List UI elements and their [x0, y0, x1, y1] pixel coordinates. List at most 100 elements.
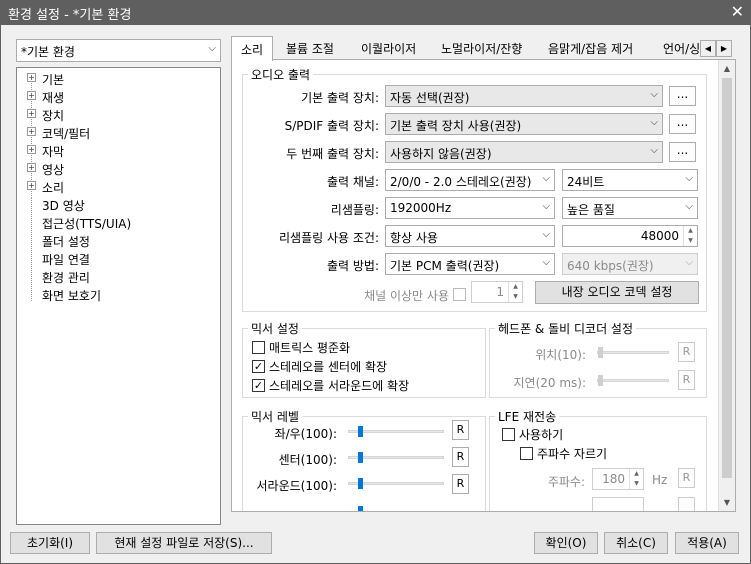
- tree-item-label: 기본: [42, 73, 65, 87]
- stepper-arrows-icon[interactable]: ▲ ▼: [683, 226, 697, 246]
- mixer-center-reset-button[interactable]: R: [452, 447, 469, 467]
- bitrate-select: 640 kbps(권장) ⌵: [562, 253, 698, 275]
- second-device-more-button[interactable]: ...: [669, 142, 696, 162]
- default-device-more-button[interactable]: ...: [669, 86, 696, 106]
- lfe-freq-stepper[interactable]: 180 ▲ ▼: [592, 468, 644, 490]
- headphone-delay-label: 지연(20 ms):: [513, 376, 586, 390]
- chevron-down-icon: ⌵: [685, 257, 693, 268]
- scroll-thumb[interactable]: [722, 78, 732, 478]
- reset-button[interactable]: 초기화(I): [10, 532, 90, 554]
- tree-item-label: 자막: [42, 145, 65, 159]
- cancel-button[interactable]: 취소(C): [604, 532, 668, 554]
- tab-noise[interactable]: 음맑게/잡음 제거: [544, 40, 637, 60]
- tree-item-label: 접근성(TTS/UIA): [42, 217, 132, 231]
- stepper-arrows-icon[interactable]: ▲ ▼: [508, 282, 522, 302]
- tab-scroll-right-icon[interactable]: ▶: [716, 40, 732, 57]
- tree-connector: [31, 198, 32, 301]
- lfe-next-stepper: [592, 497, 644, 511]
- quality-select[interactable]: 높은 품질 ⌵: [562, 197, 698, 219]
- second-device-select[interactable]: 사용하지 않음(권장) ⌵: [385, 141, 663, 163]
- expand-icon[interactable]: +: [27, 73, 36, 82]
- lfe-next-reset-button: [678, 497, 695, 511]
- headphone-pos-label: 위치(10):: [535, 348, 586, 362]
- channel-min-checkbox[interactable]: [453, 288, 466, 301]
- expand-icon[interactable]: +: [27, 127, 36, 136]
- channel-min-value: 1: [496, 285, 504, 299]
- expand-icon[interactable]: +: [27, 109, 36, 118]
- quality-value: 높은 품질: [567, 203, 615, 217]
- tab-sound[interactable]: 소리: [231, 36, 274, 61]
- chevron-down-icon: ⌵: [542, 229, 550, 240]
- resample-select[interactable]: 192000Hz ⌵: [385, 197, 555, 219]
- content-scrollbar[interactable]: ▲ ▼: [718, 60, 735, 511]
- tree-item-label: 재생: [42, 91, 65, 105]
- chevron-down-icon: ⌵: [650, 89, 658, 100]
- second-device-value: 사용하지 않음(권장): [390, 147, 492, 161]
- default-device-select[interactable]: 자동 선택(권장) ⌵: [385, 85, 663, 107]
- channel-select[interactable]: 2/0/0 - 2.0 스테레오(권장) ⌵: [385, 169, 555, 191]
- chevron-down-icon: ⌵: [208, 43, 216, 54]
- preset-select[interactable]: *기본 환경 ⌵: [16, 39, 221, 62]
- headphone-delay-slider[interactable]: [597, 379, 669, 382]
- mixer-lr-reset-button[interactable]: R: [452, 420, 469, 440]
- chevron-down-icon: ⌵: [685, 201, 693, 212]
- chevron-down-icon: ⌵: [650, 117, 658, 128]
- mixer-surround-thumb[interactable]: [358, 478, 363, 489]
- expand-icon[interactable]: +: [27, 181, 36, 190]
- headphone-delay-thumb[interactable]: [598, 375, 603, 386]
- headphone-title: 헤드폰 & 돌비 디코더 설정: [495, 320, 637, 337]
- bits-select[interactable]: 24비트 ⌵: [562, 169, 698, 191]
- headphone-delay-reset-button[interactable]: R: [678, 370, 695, 390]
- tab-label: 음맑게/잡음 제거: [548, 42, 634, 56]
- chevron-down-icon: ⌵: [650, 145, 658, 156]
- default-device-value: 자동 선택(권장): [390, 91, 470, 105]
- tab-label: 노멀라이저/잔향: [441, 42, 523, 56]
- tab-language[interactable]: 언어/싱: [659, 40, 703, 60]
- ok-button[interactable]: 확인(O): [534, 532, 598, 554]
- lfe-cutoff-checkbox[interactable]: [520, 447, 533, 460]
- tab-label: 볼륨 조절: [286, 42, 334, 56]
- apply-button[interactable]: 적용(A): [675, 532, 739, 554]
- lfe-freq-reset-button[interactable]: R: [678, 468, 695, 488]
- tab-equalizer[interactable]: 이퀄라이저: [357, 40, 420, 60]
- channel-min-stepper[interactable]: 1 ▲ ▼: [471, 281, 523, 303]
- expand-icon[interactable]: +: [27, 145, 36, 154]
- tree-item-label: 소리: [42, 181, 65, 195]
- spdif-label: S/PDIF 출력 장치:: [284, 119, 379, 133]
- lfe-freq-label: 주파수:: [547, 475, 585, 489]
- resample-cond-select[interactable]: 항상 사용 ⌵: [385, 225, 555, 247]
- headphone-pos-thumb[interactable]: [598, 347, 603, 358]
- tab-volume[interactable]: 볼륨 조절: [282, 40, 338, 60]
- close-icon[interactable]: ✕: [731, 2, 744, 21]
- stereo-surround-checkbox[interactable]: ✓: [252, 379, 265, 392]
- tab-scroll-left-icon[interactable]: ◀: [700, 40, 716, 57]
- lfe-freq-unit: Hz: [652, 473, 668, 487]
- lfe-enable-label: 사용하기: [519, 428, 564, 442]
- scroll-down-icon[interactable]: ▼: [719, 494, 735, 511]
- tab-normalizer[interactable]: 노멀라이저/잔향: [437, 40, 526, 60]
- expand-icon[interactable]: +: [27, 91, 36, 100]
- lfe-enable-checkbox[interactable]: [502, 428, 515, 441]
- tab-label: 언어/싱: [663, 42, 701, 56]
- method-select[interactable]: 기본 PCM 출력(권장) ⌵: [385, 253, 555, 275]
- scroll-up-icon[interactable]: ▲: [719, 60, 735, 77]
- audio-output-group: [242, 74, 707, 312]
- save-file-button[interactable]: 현재 설정 파일로 저장(S)...: [96, 532, 272, 554]
- codec-settings-button[interactable]: 내장 오디오 코덱 설정: [535, 281, 699, 304]
- headphone-pos-slider[interactable]: [597, 351, 669, 354]
- mixer-center-thumb[interactable]: [358, 452, 363, 463]
- stereo-center-checkbox[interactable]: ✓: [252, 360, 265, 373]
- stereo-center-label: 스테레오를 센터에 확장: [269, 360, 388, 374]
- mixer-surround-reset-button[interactable]: R: [452, 474, 469, 494]
- resample-rate-stepper[interactable]: 48000 ▲ ▼: [562, 225, 698, 247]
- channel-min-label: 채널 이상만 사용: [364, 289, 449, 303]
- spdif-select[interactable]: 기본 출력 장치 사용(권장) ⌵: [385, 113, 663, 135]
- stepper-arrows-icon[interactable]: ▲ ▼: [629, 469, 643, 489]
- expand-icon[interactable]: +: [27, 163, 36, 172]
- spdif-value: 기본 출력 장치 사용(권장): [390, 119, 522, 133]
- headphone-pos-reset-button[interactable]: R: [678, 342, 695, 362]
- mixer-lr-thumb[interactable]: [358, 426, 363, 437]
- matrix-checkbox[interactable]: [252, 341, 265, 354]
- spdif-more-button[interactable]: ...: [669, 114, 696, 134]
- stereo-surround-label: 스테레오를 서라운드에 확장: [269, 379, 410, 393]
